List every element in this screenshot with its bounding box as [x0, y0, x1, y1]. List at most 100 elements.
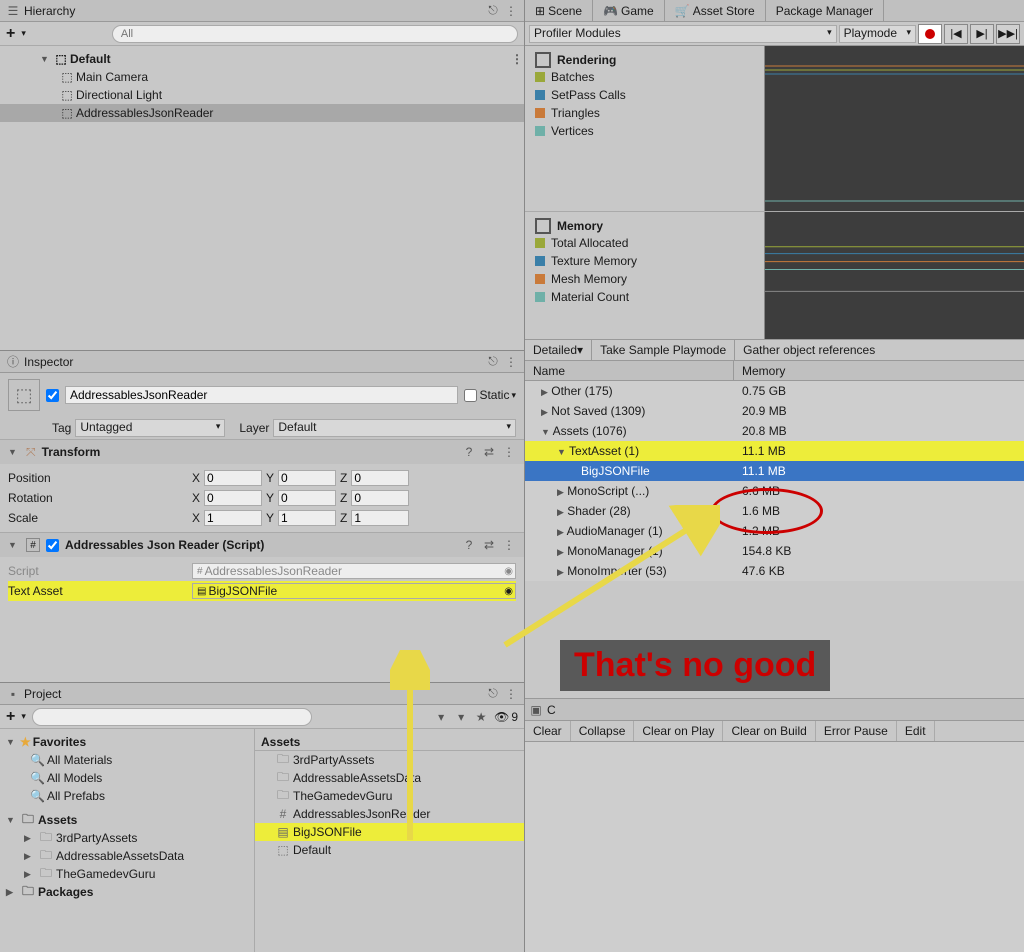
favorite-item[interactable]: 🔍All Materials	[0, 751, 254, 769]
pos-x[interactable]	[204, 470, 262, 486]
memory-row[interactable]: ▼ Assets (1076)20.8 MB	[525, 421, 1024, 441]
hidden-toggle[interactable]: 👁9	[494, 710, 518, 724]
menu-icon[interactable]: ⋮	[502, 445, 516, 459]
context-icon[interactable]: ⋮	[510, 52, 524, 66]
project-search[interactable]	[32, 708, 312, 726]
pos-z[interactable]	[351, 470, 409, 486]
asset-item[interactable]: 🗀AddressableAssetsData	[255, 769, 524, 787]
layer-dropdown[interactable]: Default	[273, 419, 516, 437]
text-asset-field[interactable]: ▤ BigJSONFile ◉	[192, 583, 516, 599]
gameobject-row[interactable]: ⬚ AddressablesJsonReader	[0, 104, 524, 122]
favorite-icon[interactable]: ★	[474, 710, 488, 724]
favorites-header[interactable]: ▼★Favorites	[0, 733, 254, 751]
folder-item[interactable]: ▶🗀AddressableAssetsData	[0, 847, 254, 865]
memory-table: Name Memory ▶ Other (175)0.75 GB▶ Not Sa…	[525, 361, 1024, 581]
tab-scene[interactable]: ⊞Scene	[525, 0, 593, 21]
foldout-icon[interactable]: ▼	[40, 54, 52, 64]
filter-icon[interactable]: ▾	[454, 710, 468, 724]
pos-y[interactable]	[278, 470, 336, 486]
asset-item[interactable]: ▤BigJSONFile	[255, 823, 524, 841]
folder-item[interactable]: ▶🗀3rdPartyAssets	[0, 829, 254, 847]
asset-item[interactable]: 🗀3rdPartyAssets	[255, 751, 524, 769]
lock-icon[interactable]: ⎋	[486, 355, 500, 369]
memory-column-header[interactable]: Memory	[734, 361, 1024, 380]
scale-z[interactable]	[351, 510, 409, 526]
rot-z[interactable]	[351, 490, 409, 506]
tab-game[interactable]: 🎮Game	[593, 0, 665, 21]
memory-row[interactable]: ▶ Shader (28)1.6 MB	[525, 501, 1024, 521]
folder-item[interactable]: ▶🗀TheGamedevGuru	[0, 865, 254, 883]
favorite-item[interactable]: 🔍All Models	[0, 769, 254, 787]
tag-dropdown[interactable]: Untagged	[75, 419, 225, 437]
forward-button[interactable]: ▶|	[970, 24, 994, 44]
menu-icon[interactable]: ⋮	[504, 4, 518, 18]
asset-item[interactable]: 🗀TheGamedevGuru	[255, 787, 524, 805]
memory-row[interactable]: ▶ MonoManager (1)154.8 KB	[525, 541, 1024, 561]
current-button[interactable]: ▶▶|	[996, 24, 1020, 44]
clear-on-build-button[interactable]: Clear on Build	[723, 721, 815, 741]
asset-item[interactable]: ⬚Default	[255, 841, 524, 859]
console-tab[interactable]: ▣ C	[525, 698, 1024, 720]
scale-x[interactable]	[204, 510, 262, 526]
gameobject-cube-icon[interactable]: ⬚	[8, 379, 40, 411]
add-button[interactable]: +	[6, 25, 15, 43]
help-icon[interactable]: ?	[462, 445, 476, 459]
object-picker-icon[interactable]: ◉	[504, 586, 513, 597]
foldout-icon[interactable]: ▼	[8, 447, 20, 457]
scale-y[interactable]	[278, 510, 336, 526]
take-sample-button[interactable]: Take Sample Playmode	[592, 340, 735, 360]
assets-breadcrumb[interactable]: Assets	[255, 733, 524, 751]
rot-y[interactable]	[278, 490, 336, 506]
menu-icon[interactable]: ⋮	[502, 538, 516, 552]
preset-icon[interactable]: ⇄	[482, 538, 496, 552]
packages-header[interactable]: ▶🗀Packages	[0, 883, 254, 901]
playmode-dropdown[interactable]: Playmode	[839, 25, 916, 43]
clear-button[interactable]: Clear	[525, 721, 571, 741]
clear-on-play-button[interactable]: Clear on Play	[634, 721, 723, 741]
filter-icon[interactable]: ▾	[434, 710, 448, 724]
error-pause-button[interactable]: Error Pause	[816, 721, 897, 741]
asset-item[interactable]: #AddressablesJsonReader	[255, 805, 524, 823]
lock-icon[interactable]: ⎋	[486, 687, 500, 701]
object-name-field[interactable]	[65, 386, 458, 404]
gather-refs-button[interactable]: Gather object references	[735, 340, 1024, 360]
memory-row[interactable]: ▶ MonoImporter (53)47.6 KB	[525, 561, 1024, 581]
memory-row[interactable]: ▼ TextAsset (1)11.1 MB	[525, 441, 1024, 461]
component-enable-checkbox[interactable]	[46, 539, 59, 552]
static-checkbox[interactable]	[464, 389, 477, 402]
memory-row[interactable]: ▶ Not Saved (1309)20.9 MB	[525, 401, 1024, 421]
rendering-graph[interactable]	[765, 46, 1024, 211]
menu-icon[interactable]: ⋮	[504, 355, 518, 369]
hierarchy-search[interactable]	[112, 25, 518, 43]
gameobject-row[interactable]: ⬚ Directional Light	[0, 86, 524, 104]
favorite-item[interactable]: 🔍All Prefabs	[0, 787, 254, 805]
record-button[interactable]	[918, 24, 942, 44]
gameobject-row[interactable]: ⬚ Main Camera	[0, 68, 524, 86]
preset-icon[interactable]: ⇄	[482, 445, 496, 459]
editor-button[interactable]: Edit	[897, 721, 935, 741]
tab-asset-store[interactable]: 🛒Asset Store	[665, 0, 766, 21]
assets-header[interactable]: ▼🗀Assets	[0, 811, 254, 829]
memory-row[interactable]: ▶ Other (175)0.75 GB	[525, 381, 1024, 401]
name-column-header[interactable]: Name	[525, 361, 734, 380]
collapse-button[interactable]: Collapse	[571, 721, 635, 741]
lock-icon[interactable]: ⎋	[486, 4, 500, 18]
object-picker-icon[interactable]: ◉	[504, 566, 513, 577]
active-checkbox[interactable]	[46, 389, 59, 402]
add-button[interactable]: +	[6, 708, 15, 726]
help-icon[interactable]: ?	[462, 538, 476, 552]
back-button[interactable]: |◀	[944, 24, 968, 44]
detail-mode-dropdown[interactable]: Detailed ▾	[525, 340, 592, 360]
foldout-icon[interactable]: ▼	[8, 540, 20, 550]
rot-x[interactable]	[204, 490, 262, 506]
memory-row[interactable]: ▶ AudioManager (1)1.2 MB	[525, 521, 1024, 541]
menu-icon[interactable]: ⋮	[504, 687, 518, 701]
profiler-modules-dropdown[interactable]: Profiler Modules	[529, 25, 837, 43]
scene-row[interactable]: ▼ ⬚ Default ⋮	[0, 50, 524, 68]
memory-graph[interactable]	[765, 212, 1024, 339]
memory-row[interactable]: BigJSONFile11.1 MB	[525, 461, 1024, 481]
tab-package-manager[interactable]: Package Manager	[766, 0, 884, 21]
memory-row[interactable]: ▶ MonoScript (...)6.6 MB	[525, 481, 1024, 501]
stat-row: Total Allocated	[535, 234, 754, 252]
inspector-icon: ⓘ	[6, 355, 20, 369]
